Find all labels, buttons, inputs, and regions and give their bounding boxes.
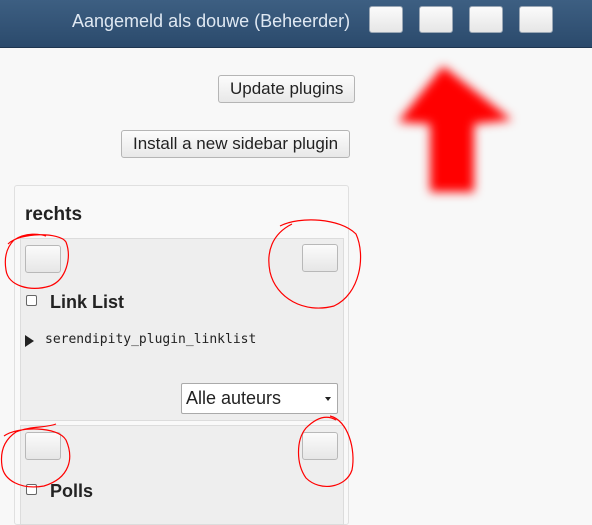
toolbar-button-4[interactable]: [519, 6, 553, 33]
update-plugins-button[interactable]: Update plugins: [218, 75, 356, 103]
plugin-select-checkbox[interactable]: [26, 295, 37, 306]
move-handle-button[interactable]: [25, 432, 61, 460]
toolbar-button-1[interactable]: [369, 6, 403, 33]
configure-button[interactable]: [302, 432, 338, 460]
login-status: Aangemeld als douwe (Beheerder): [72, 11, 351, 31]
up-arrow-icon: [398, 66, 512, 192]
column-title: rechts: [25, 204, 83, 225]
toolbar-button-2[interactable]: [419, 6, 453, 33]
author-select[interactable]: Alle auteurs: [181, 383, 338, 414]
move-handle-button[interactable]: [25, 245, 61, 273]
expand-triangle-icon[interactable]: [25, 335, 34, 347]
plugin-name: Link List: [50, 292, 125, 312]
author-select-value: Alle auteurs: [186, 388, 282, 408]
top-bar: Aangemeld als douwe (Beheerder): [0, 0, 592, 48]
plugin-select-checkbox[interactable]: [26, 484, 37, 495]
plugin-identifier: serendipity_plugin_linklist: [45, 332, 257, 347]
plugin-card-polls: [20, 425, 344, 525]
configure-button[interactable]: [302, 244, 338, 272]
install-sidebar-plugin-button[interactable]: Install a new sidebar plugin: [121, 130, 351, 158]
plugin-name: Polls: [50, 481, 94, 501]
toolbar-button-3[interactable]: [469, 6, 503, 33]
chevron-down-icon: [325, 397, 331, 401]
